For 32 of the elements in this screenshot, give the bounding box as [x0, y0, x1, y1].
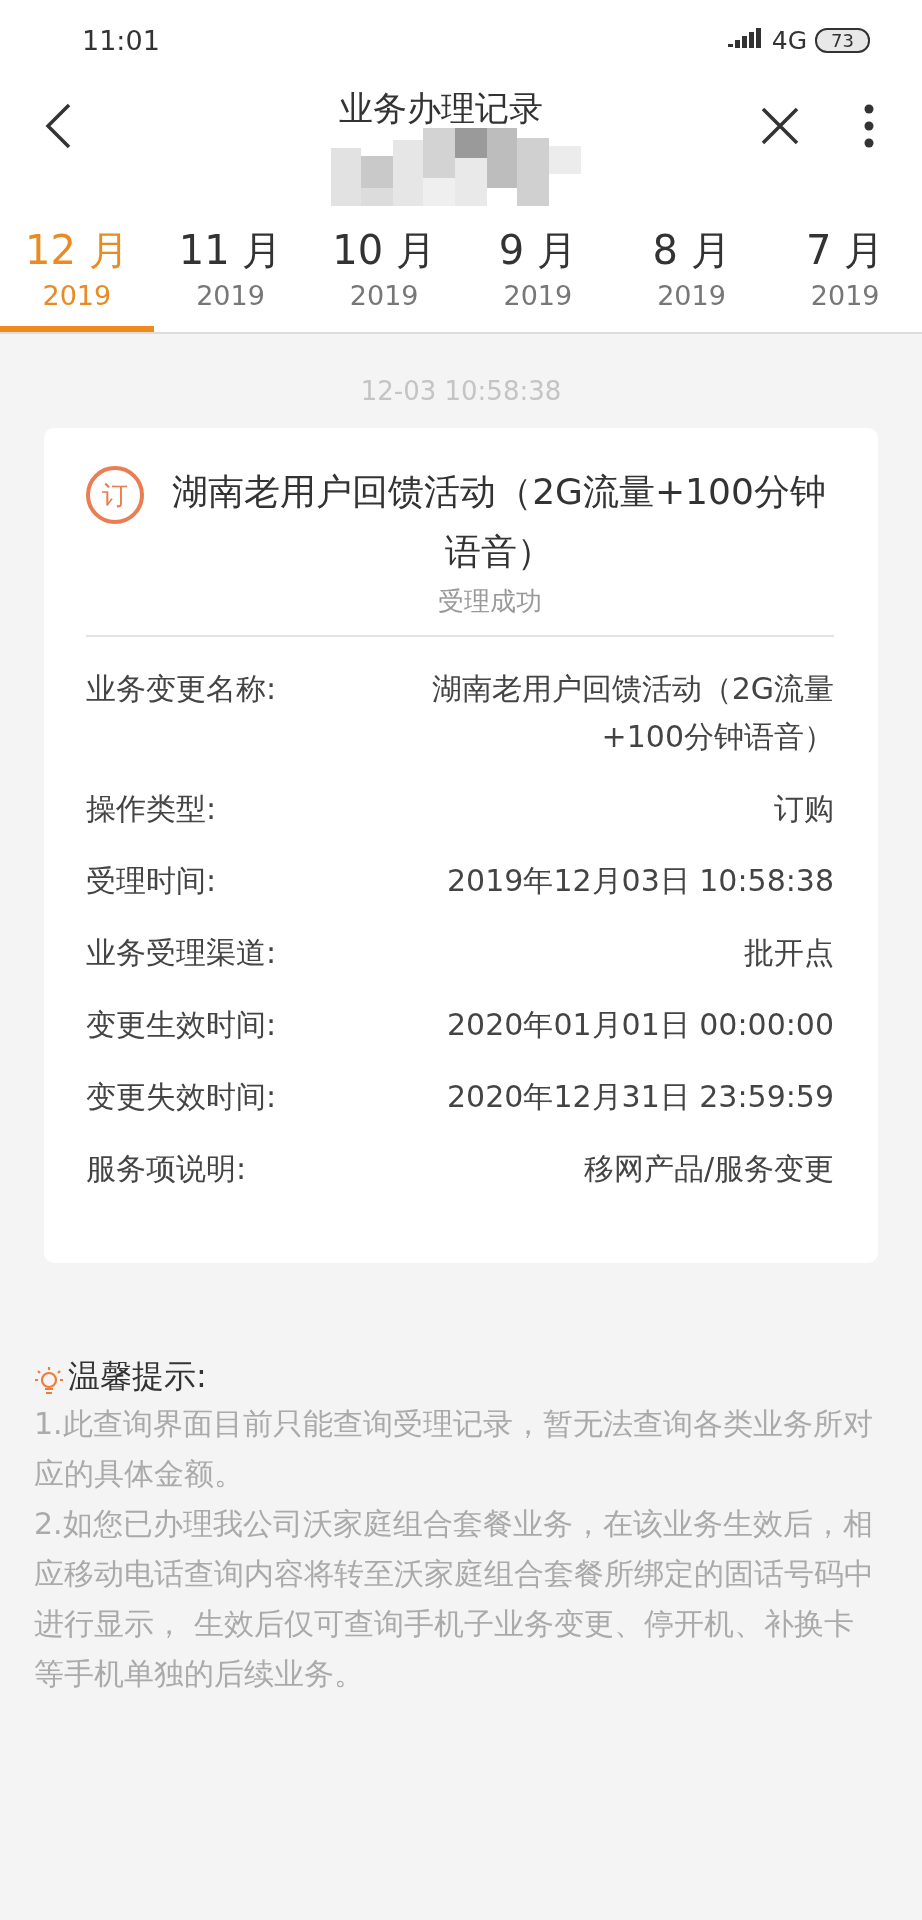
record-title: 湖南老用户回馈活动（2G流量+100分钟语音）: [171, 470, 827, 574]
record-status: 受理成功: [437, 585, 543, 618]
battery-indicator: 73: [815, 27, 870, 53]
field-label: 操作类型:: [86, 790, 217, 828]
field-value: 2020年12月31日 23:59:59: [447, 1078, 834, 1116]
month-tab[interactable]: 7 月 2019: [768, 204, 922, 332]
page-title: 业务办理记录: [339, 87, 543, 130]
field-value: 订购: [774, 790, 834, 828]
field-value: 湖南老用户回馈活动（2G流量+100分钟语音）: [430, 670, 834, 756]
tip-text: 2.如您已办理我公司沃家庭组合套餐业务，在该业务生效后，相应移动电话查询内容将转至沃家庭组合套餐所绑定的固话号码中进行显示， 生效后仅可查询手机子业务变更、停开机、补换卡等手机单独的后续业务。: [34, 1505, 875, 1693]
field-label: 服务项说明:: [86, 1150, 247, 1188]
month-tab[interactable]: 11 月 2019: [153, 204, 308, 332]
close-icon[interactable]: [760, 106, 800, 146]
back-icon[interactable]: [44, 102, 72, 150]
field-value: 移网产品/服务变更: [583, 1150, 834, 1188]
month-tab[interactable]: 10 月 2019: [307, 204, 461, 332]
month-tab[interactable]: 8 月 2019: [614, 204, 769, 332]
field-value: 2019年12月03日 10:58:38: [447, 862, 834, 900]
network-label: 4G: [771, 25, 808, 55]
more-icon[interactable]: [864, 104, 874, 148]
tips-title: 温馨提示:: [68, 1356, 207, 1397]
tip-text: 1.此查询界面目前只能查询受理记录，暂无法查询各类业务所对应的具体金额。: [34, 1405, 874, 1493]
field-value: 2020年01月01日 00:00:00: [447, 1006, 834, 1044]
field-label: 业务变更名称:: [86, 670, 277, 708]
month-tab[interactable]: 9 月 2019: [461, 204, 615, 332]
status-time: 11:01: [82, 24, 160, 56]
field-label: 业务受理渠道:: [86, 934, 277, 972]
field-label: 受理时间:: [86, 862, 217, 900]
field-label: 变更失效时间:: [86, 1078, 277, 1116]
field-value: 批开点: [744, 934, 834, 972]
field-label: 变更生效时间:: [86, 1006, 277, 1044]
order-badge: 订: [86, 466, 144, 524]
